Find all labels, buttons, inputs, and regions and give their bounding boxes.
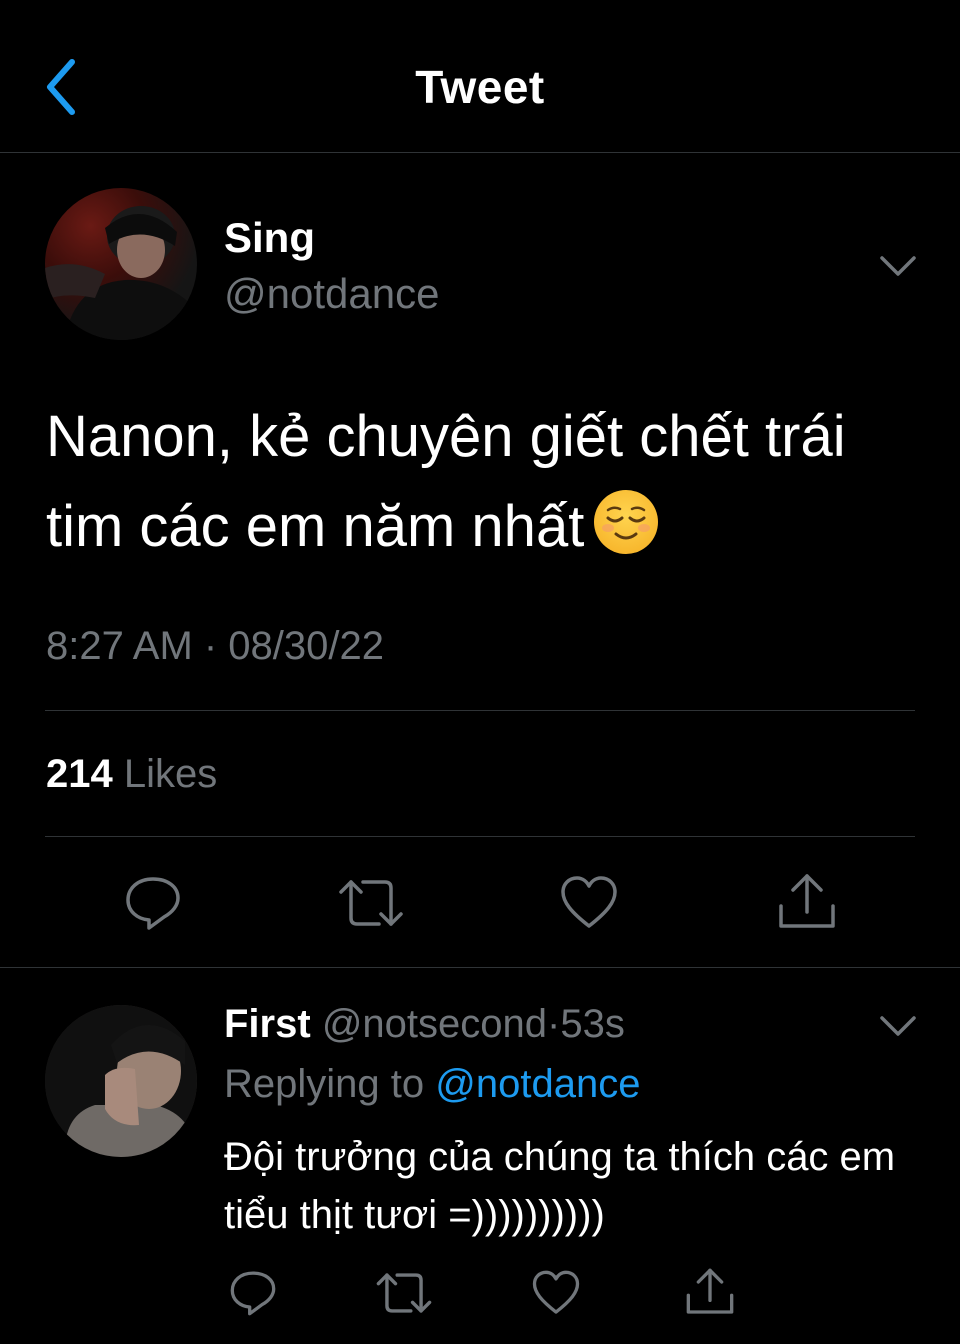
chevron-down-icon[interactable] [878, 1014, 918, 1038]
reply-time: 53s [560, 1002, 625, 1046]
reply-button[interactable] [122, 872, 184, 934]
replying-to-label: Replying to [224, 1062, 425, 1106]
reply-retweet-button[interactable] [374, 1266, 434, 1320]
author-name[interactable]: Sing [224, 214, 315, 262]
relieved-face-emoji [594, 490, 659, 554]
reply-author-avatar[interactable] [45, 1005, 197, 1157]
reply-header: First @notsecond·53s [224, 1002, 625, 1047]
separator-dot: · [547, 1002, 561, 1046]
share-icon [686, 1268, 734, 1314]
divider [0, 967, 960, 968]
likes-count: 214 [46, 752, 113, 796]
heart-icon [532, 1270, 580, 1314]
replying-to: Replying to @notdance [224, 1062, 640, 1107]
tweet-body: Nanon, kẻ chuyên giết chết trái tim các … [46, 404, 846, 559]
chevron-down-icon[interactable] [878, 254, 918, 278]
reply-share-button[interactable] [684, 1264, 736, 1320]
reply-icon [230, 1271, 276, 1316]
reply-author-handle[interactable]: @notsecond [322, 1002, 547, 1046]
reply-text: Đội trưởng của chúng ta thích các em tiể… [224, 1135, 896, 1237]
retweet-icon [376, 1273, 432, 1313]
retweet-icon [339, 880, 403, 926]
divider [45, 710, 915, 711]
divider [45, 836, 915, 837]
avatar-photo [45, 206, 195, 340]
likes-label: Likes [123, 752, 218, 796]
avatar-photo [45, 1005, 197, 1157]
retweet-button[interactable] [336, 872, 406, 934]
author-avatar[interactable] [45, 188, 197, 340]
likes-stat[interactable]: 214 Likes [46, 752, 217, 797]
top-bar: Tweet [0, 0, 960, 153]
reply-reply-button[interactable] [228, 1266, 278, 1320]
reply-like-button[interactable] [530, 1266, 582, 1320]
tweet-timestamp: 8:27 AM · 08/30/22 [46, 624, 385, 668]
like-button[interactable] [558, 872, 620, 934]
page-title: Tweet [415, 61, 545, 113]
replying-to-handle[interactable]: @notdance [435, 1062, 640, 1106]
reply-author-name[interactable]: First [224, 1002, 311, 1046]
author-handle[interactable]: @notdance [224, 270, 439, 318]
share-button[interactable] [776, 870, 838, 934]
share-icon [779, 874, 835, 928]
heart-icon [561, 876, 617, 928]
reply-icon [126, 877, 180, 930]
tweet-text: Nanon, kẻ chuyên giết chết trái tim các … [46, 392, 916, 572]
